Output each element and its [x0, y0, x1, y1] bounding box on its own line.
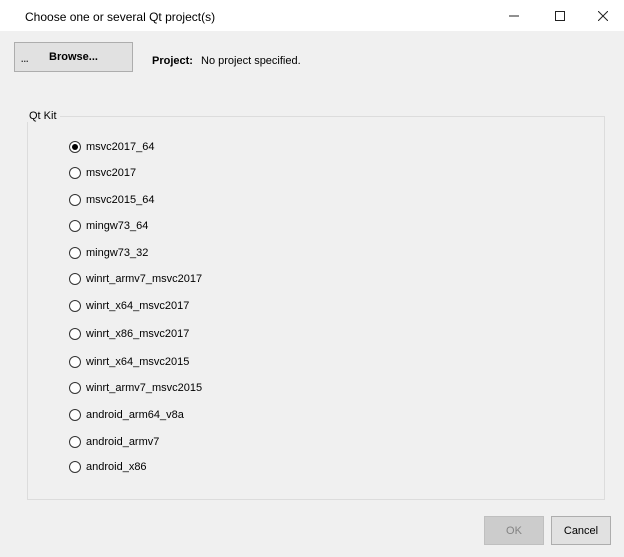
radio-android_x86[interactable]: android_x86	[69, 460, 147, 474]
radio-button-icon	[69, 328, 81, 340]
radio-button-icon	[69, 382, 81, 394]
radio-winrt_armv7_msvc2017[interactable]: winrt_armv7_msvc2017	[69, 272, 202, 286]
project-label: Project:	[152, 55, 193, 67]
radio-label: mingw73_32	[86, 247, 149, 259]
radio-button-icon	[69, 167, 81, 179]
radio-android_arm64_v8a[interactable]: android_arm64_v8a	[69, 408, 184, 422]
radio-msvc2017_64[interactable]: msvc2017_64	[69, 140, 155, 154]
radio-label: mingw73_64	[86, 220, 149, 232]
maximize-button[interactable]	[537, 0, 583, 31]
radio-winrt_armv7_msvc2015[interactable]: winrt_armv7_msvc2015	[69, 381, 202, 395]
radio-mingw73_64[interactable]: mingw73_64	[69, 219, 148, 233]
radio-button-icon	[69, 461, 81, 473]
ok-button[interactable]: OK	[484, 516, 544, 545]
radio-button-icon	[69, 300, 81, 312]
maximize-icon	[555, 10, 565, 21]
radio-msvc2017[interactable]: msvc2017	[69, 166, 136, 180]
radio-label: winrt_armv7_msvc2015	[86, 382, 203, 394]
radio-label: winrt_armv7_msvc2017	[86, 273, 203, 285]
radio-android_armv7[interactable]: android_armv7	[69, 435, 159, 449]
window-title: Choose one or several Qt project(s)	[25, 10, 216, 24]
radio-button-icon	[69, 220, 81, 232]
radio-label: winrt_x64_msvc2015	[86, 356, 190, 368]
radio-winrt_x64_msvc2017[interactable]: winrt_x64_msvc2017	[69, 299, 189, 313]
radio-label: android_x86	[86, 461, 147, 473]
radio-button-icon	[69, 436, 81, 448]
radio-label: android_arm64_v8a	[86, 409, 184, 421]
browse-button-label: Browse...	[49, 51, 98, 63]
radio-label: winrt_x64_msvc2017	[86, 300, 190, 312]
radio-label: winrt_x86_msvc2017	[86, 328, 190, 340]
radio-button-icon	[69, 409, 81, 421]
radio-winrt_x86_msvc2017[interactable]: winrt_x86_msvc2017	[69, 327, 189, 341]
close-button[interactable]	[580, 0, 624, 31]
close-icon	[598, 10, 608, 21]
radio-label: android_armv7	[86, 436, 160, 448]
browse-button[interactable]: ... Browse...	[14, 42, 133, 72]
radio-winrt_x64_msvc2015[interactable]: winrt_x64_msvc2015	[69, 355, 189, 369]
minimize-icon	[509, 11, 519, 21]
radio-button-icon	[69, 356, 81, 368]
radio-label: msvc2017	[86, 167, 137, 179]
title-bar: Choose one or several Qt project(s)	[0, 0, 624, 31]
radio-mingw73_32[interactable]: mingw73_32	[69, 246, 148, 260]
ok-button-label: OK	[506, 524, 522, 537]
radio-button-icon	[69, 273, 81, 285]
cancel-button[interactable]: Cancel	[551, 516, 611, 545]
minimize-button[interactable]	[491, 0, 537, 31]
project-value: No project specified.	[201, 55, 301, 67]
radio-button-icon	[69, 247, 81, 259]
radio-button-icon	[69, 194, 81, 206]
cancel-button-label: Cancel	[563, 524, 599, 537]
browse-dots-icon: ...	[21, 54, 29, 64]
radio-label: msvc2015_64	[86, 194, 155, 206]
radio-msvc2015_64[interactable]: msvc2015_64	[69, 193, 155, 207]
radio-label: msvc2017_64	[86, 141, 155, 153]
radio-button-icon	[69, 141, 81, 153]
qt-kit-legend: Qt Kit	[27, 110, 60, 122]
